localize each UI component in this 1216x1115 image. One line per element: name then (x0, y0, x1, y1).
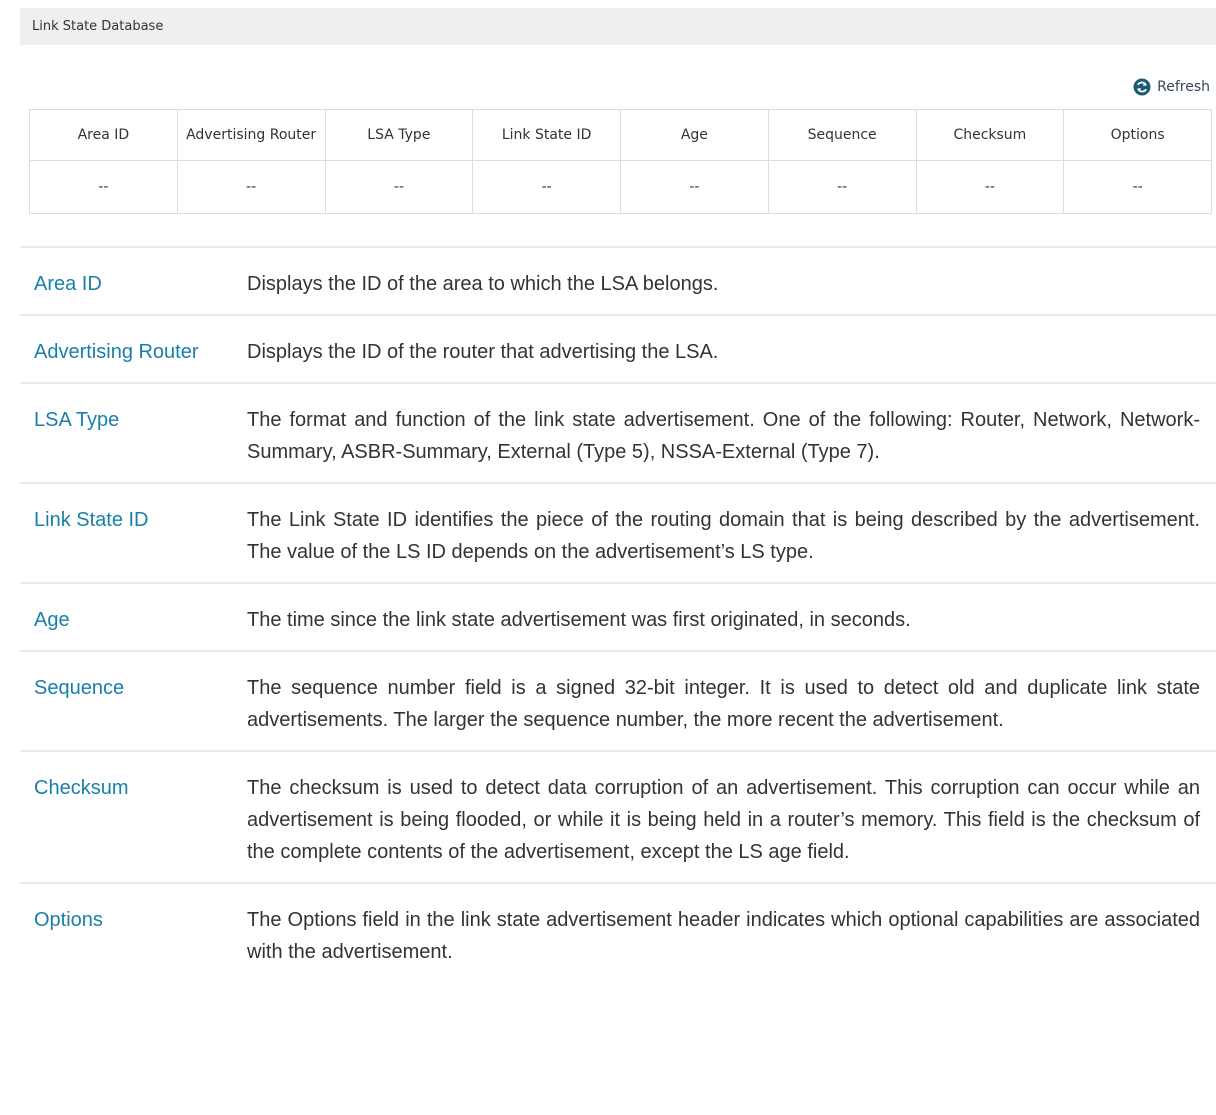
description-row-link-state-id: Link State ID The Link State ID identifi… (20, 482, 1216, 582)
description-term: Area ID (34, 273, 102, 295)
description-term: Sequence (34, 677, 125, 699)
column-header-options: Options (1063, 109, 1212, 161)
column-header-advertising-router: Advertising Router (176, 109, 326, 161)
panel-title: Link State Database (20, 8, 1216, 45)
description-row-area-id: Area ID Displays the ID of the area to w… (20, 246, 1216, 314)
cell-advertising-router: -- (176, 160, 326, 214)
table-header-row: Area ID Advertising Router LSA Type Link… (29, 109, 1212, 161)
column-header-lsa-type: LSA Type (324, 109, 474, 161)
description-text: The checksum is used to detect data corr… (247, 777, 1200, 863)
description-text: The format and function of the link stat… (247, 409, 1200, 463)
column-header-checksum: Checksum (915, 109, 1065, 161)
cell-options: -- (1063, 160, 1212, 214)
description-term: Checksum (34, 777, 129, 799)
description-term: Advertising Router (34, 341, 199, 363)
description-text: The Link State ID identifies the piece o… (247, 509, 1200, 563)
description-term: Options (34, 909, 103, 931)
refresh-label: Refresh (1157, 79, 1210, 95)
cell-lsa-type: -- (324, 160, 474, 214)
field-description-table: Area ID Displays the ID of the area to w… (20, 246, 1216, 982)
cell-sequence: -- (767, 160, 917, 214)
description-row-age: Age The time since the link state advert… (20, 582, 1216, 650)
description-term: Age (34, 609, 70, 631)
description-term: LSA Type (34, 409, 120, 431)
column-header-age: Age (620, 109, 769, 161)
description-row-options: Options The Options field in the link st… (20, 882, 1216, 982)
table-row: -- -- -- -- -- -- -- -- (29, 160, 1212, 214)
link-state-database-table: Area ID Advertising Router LSA Type Link… (29, 109, 1212, 214)
cell-area-id: -- (29, 160, 178, 214)
description-term: Link State ID (34, 509, 149, 531)
description-row-advertising-router: Advertising Router Displays the ID of th… (20, 314, 1216, 382)
column-header-area-id: Area ID (29, 109, 178, 161)
description-row-lsa-type: LSA Type The format and function of the … (20, 382, 1216, 482)
description-row-sequence: Sequence The sequence number field is a … (20, 650, 1216, 750)
column-header-sequence: Sequence (767, 109, 917, 161)
refresh-icon (1133, 78, 1151, 96)
description-text: The sequence number field is a signed 32… (247, 677, 1200, 731)
cell-link-state-id: -- (472, 160, 621, 214)
cell-age: -- (620, 160, 769, 214)
column-header-link-state-id: Link State ID (472, 109, 621, 161)
description-text: The time since the link state advertisem… (247, 609, 911, 631)
description-text: Displays the ID of the area to which the… (247, 273, 719, 295)
description-text: Displays the ID of the router that adver… (247, 341, 719, 363)
refresh-button[interactable]: Refresh (1133, 77, 1210, 97)
description-row-checksum: Checksum The checksum is used to detect … (20, 750, 1216, 882)
cell-checksum: -- (915, 160, 1065, 214)
description-text: The Options field in the link state adve… (247, 909, 1200, 963)
